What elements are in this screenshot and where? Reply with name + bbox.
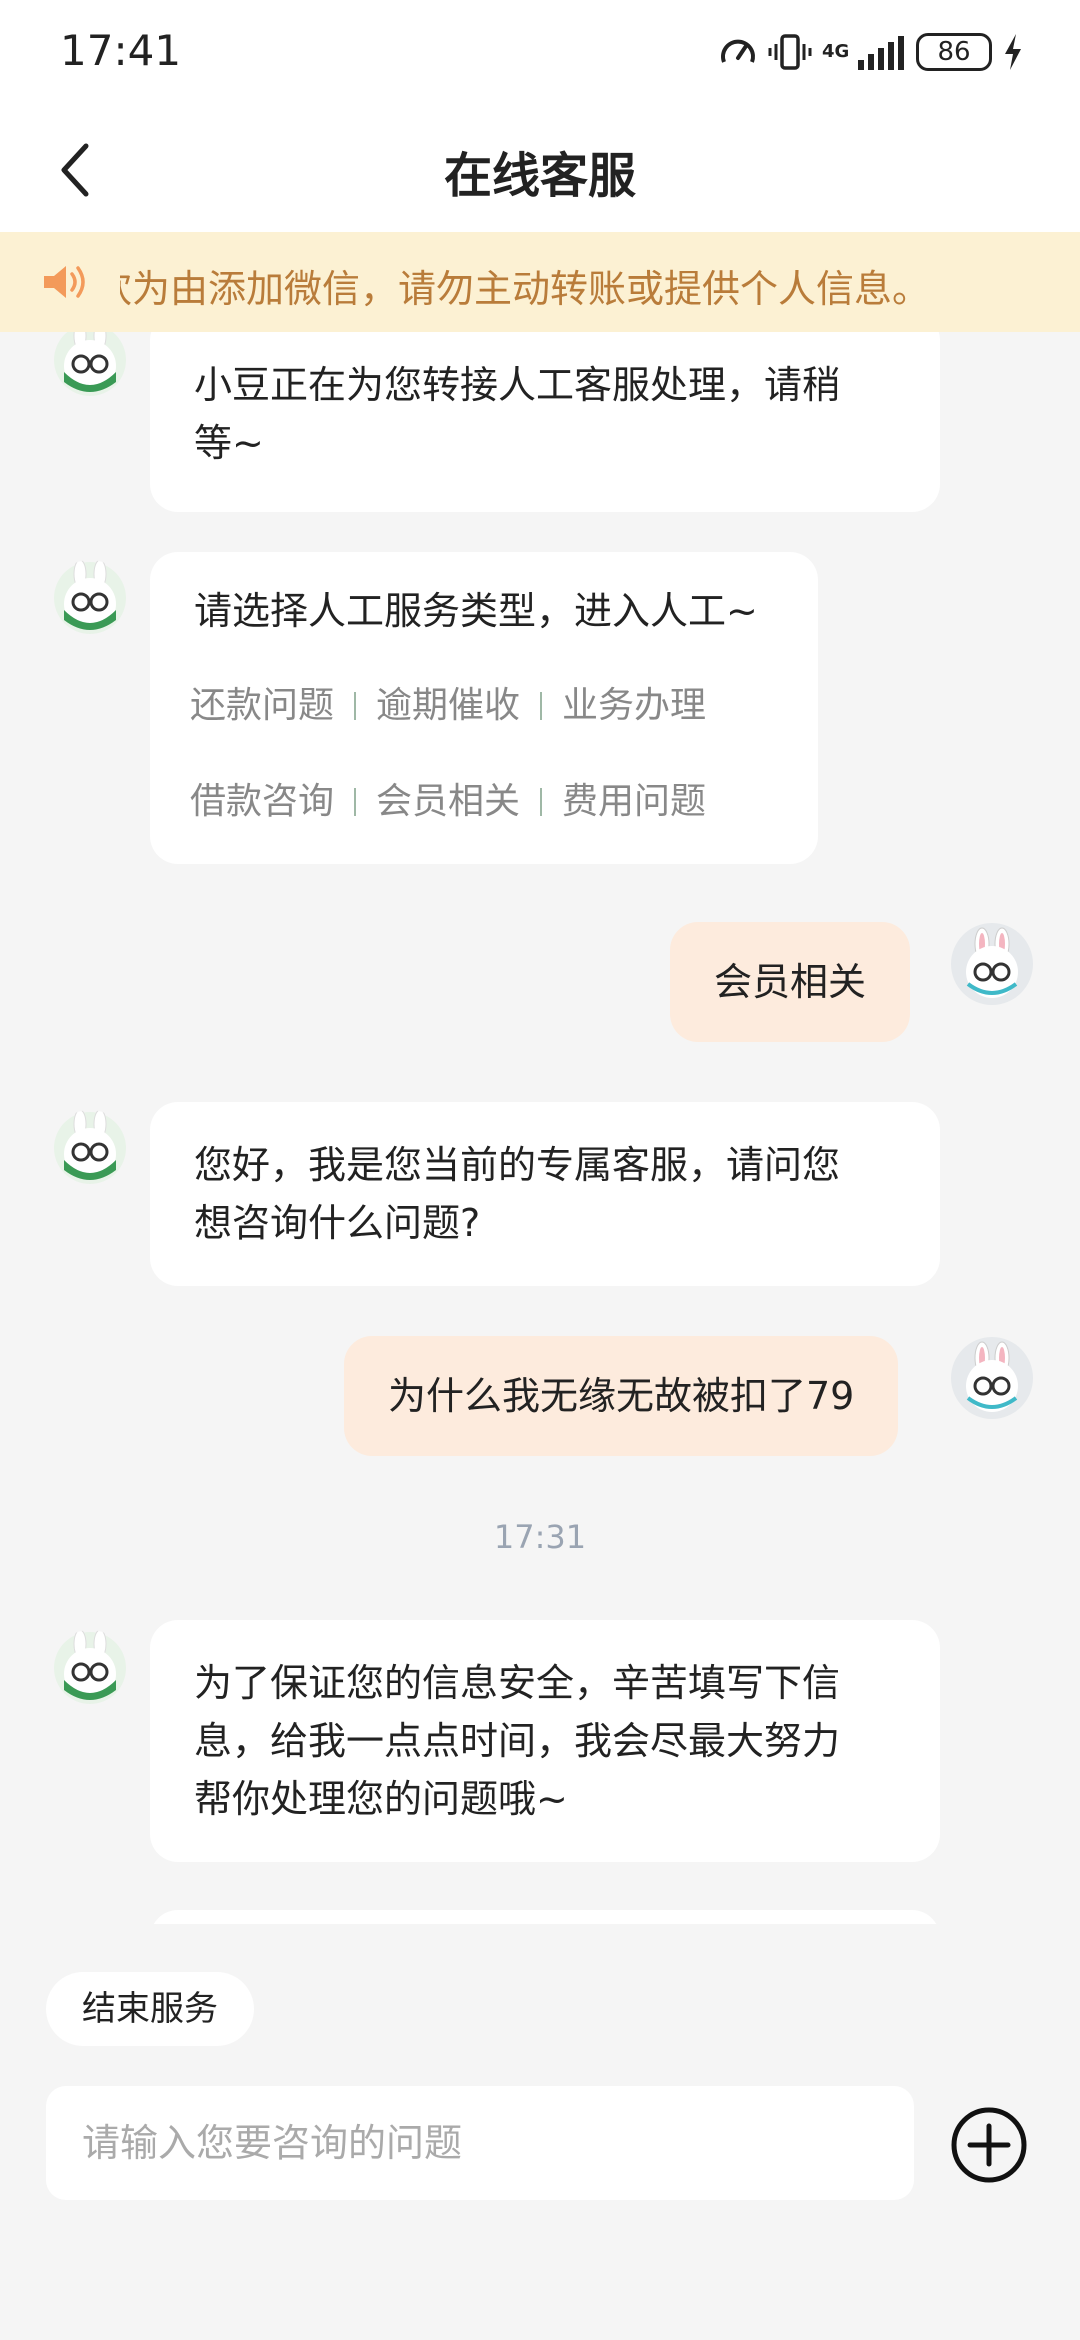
option-loan[interactable]: 借款咨询 (170, 773, 354, 831)
agent-message: 您好，我是您当前的专属客服，请问您 想咨询什么问题? (150, 1102, 940, 1286)
options-row: 还款问题 逾期催收 业务办理 (170, 658, 794, 754)
notice-marquee: 欢为由添加微信，请勿主动转账或提供个人信息。 (120, 232, 1080, 332)
user-message: 会员相关 (670, 922, 911, 1042)
option-repayment[interactable]: 还款问题 (170, 677, 354, 735)
chat-area[interactable]: 小豆正在为您转接人工客服处理，请稍 等~ 请选择人工服务类型，进入人工~ 还款问… (0, 332, 1080, 1924)
plus-circle-icon[interactable] (950, 2106, 1028, 2184)
agent-message: 为了保证您的信息安全，辛苦填写下信 息，给我一点点时间，我会尽最大努力 帮你处理… (150, 1620, 940, 1862)
status-icons: 4G 86 (718, 30, 1024, 74)
notice-text: 欢为由添加微信，请勿主动转账或提供个人信息。 (120, 267, 931, 311)
agent-avatar (54, 1110, 126, 1184)
message-text: 为什么我无缘无故被扣了79 (388, 1374, 855, 1418)
agent-avatar (54, 1630, 126, 1704)
notice-banner: 欢为由添加微信，请勿主动转账或提供个人信息。 (0, 232, 1080, 332)
agent-message: 请选择人工服务类型，进入人工~ 还款问题 逾期催收 业务办理 借款咨询 会员相关… (150, 552, 818, 864)
message-input[interactable] (46, 2086, 914, 2200)
agent-message: 小豆正在为您转接人工客服处理，请稍 等~ (150, 332, 940, 512)
status-time: 17:41 (60, 26, 182, 75)
message-text: 小豆正在为您转接人工客服处理，请稍 等~ (194, 363, 841, 465)
network-type: 4G (822, 41, 850, 62)
message-text: 您好，我是您当前的专属客服，请问您 想咨询什么问题? (194, 1143, 841, 1245)
message-text: 会员相关 (714, 960, 867, 1004)
signal-icon (858, 36, 904, 70)
option-member[interactable]: 会员相关 (356, 773, 540, 831)
service-type-options: 还款问题 逾期催收 业务办理 借款咨询 会员相关 费用问题 (170, 658, 794, 850)
battery-icon: 86 (916, 33, 992, 71)
user-avatar (951, 1337, 1033, 1419)
end-service-button[interactable]: 结束服务 (46, 1972, 254, 2046)
option-business[interactable]: 业务办理 (542, 677, 726, 735)
speaker-icon (44, 266, 85, 298)
agent-avatar (54, 560, 126, 634)
message-timestamp: 17:31 (493, 1518, 587, 1556)
agent-avatar (54, 332, 126, 396)
charging-icon (1005, 34, 1021, 70)
speed-icon (721, 39, 755, 63)
page-title: 在线客服 (443, 148, 636, 204)
header: 在线客服 (0, 100, 1080, 232)
user-avatar (951, 923, 1033, 1005)
message-text: 请选择人工服务类型，进入人工~ (194, 589, 758, 633)
agent-message-partial (150, 1910, 940, 1924)
user-message: 为什么我无缘无故被扣了79 (344, 1336, 899, 1456)
option-fees[interactable]: 费用问题 (542, 773, 726, 831)
status-bar: 17:41 4G 86 (0, 0, 1080, 100)
message-text: 为了保证您的信息安全，辛苦填写下信 息，给我一点点时间，我会尽最大努力 帮你处理… (194, 1661, 841, 1821)
option-overdue[interactable]: 逾期催收 (356, 677, 540, 735)
vibrate-icon (768, 34, 812, 70)
options-row: 借款咨询 会员相关 费用问题 (170, 754, 794, 850)
